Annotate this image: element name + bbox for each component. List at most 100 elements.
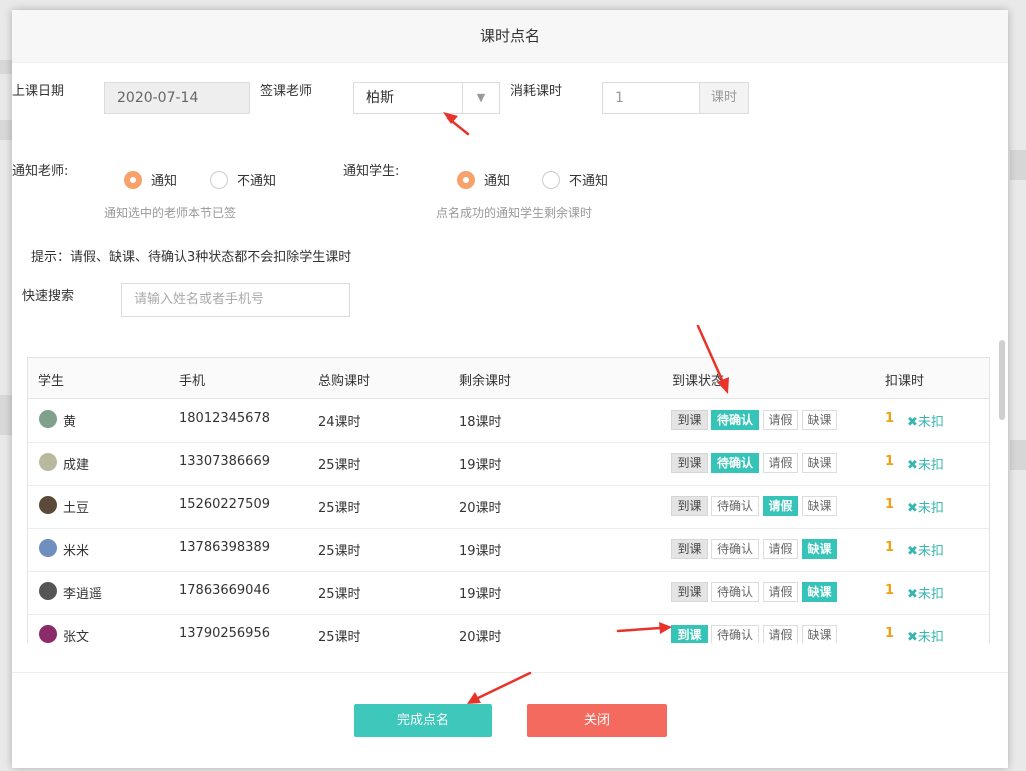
status-button-leave[interactable]: 请假 [763,625,798,643]
avatar [39,582,57,600]
header-total: 总购课时 [318,374,371,389]
status-button-leave[interactable]: 请假 [763,410,798,430]
total-hours: 25课时 [318,544,361,559]
status-button-leave[interactable]: 请假 [763,496,798,516]
notify-teacher-hint: 通知选中的老师本节已签 [104,206,237,220]
deduct-count: 1 [885,497,895,512]
teacher-label: 签课老师 [260,84,313,99]
table-header: 学生 手机 总购课时 剩余课时 到课状态 扣课时 [28,358,989,399]
status-button-pending[interactable]: 待确认 [711,453,759,473]
not-deducted-toggle[interactable]: ✖未扣 [907,540,944,559]
student-name: 成建 [63,458,90,473]
bg-strip [1010,440,1026,470]
status-button-present[interactable]: 到课 [671,410,708,430]
total-hours: 24课时 [318,415,361,430]
student-name: 张文 [63,630,90,643]
notify-student-on[interactable]: 通知 [457,170,510,189]
remaining-hours: 18课时 [459,415,502,430]
notify-teacher-off[interactable]: 不通知 [210,170,276,189]
radio-label: 不通知 [237,174,277,189]
status-button-present[interactable]: 到课 [671,453,708,473]
close-button[interactable]: 关闭 [527,704,667,737]
status-button-absent[interactable]: 缺课 [802,410,837,430]
radio-unchecked-icon [210,170,228,189]
notify-student-label: 通知学生: [343,164,400,179]
status-button-absent[interactable]: 缺课 [802,539,837,559]
table-row: 张文 13790256956 25课时 20课时 到课 待确认 请假 缺课 1 ✖未扣 [28,614,989,643]
student-phone: 13786398389 [179,540,270,555]
table-scrollbar[interactable] [999,340,1005,420]
status-button-absent[interactable]: 缺课 [802,496,837,516]
remaining-hours: 20课时 [459,501,502,516]
bg-strip [0,120,12,140]
deduct-count: 1 [885,626,895,641]
modal-title: 课时点名 [12,10,1008,63]
status-button-pending[interactable]: 待确认 [711,410,759,430]
search-input[interactable]: 请输入姓名或者手机号 [121,283,350,317]
avatar [39,410,57,428]
status-button-present[interactable]: 到课 [671,539,708,559]
finish-roll-call-button[interactable]: 完成点名 [354,704,492,737]
student-phone: 17863669046 [179,583,270,598]
status-button-leave[interactable]: 请假 [763,453,798,473]
avatar [39,539,57,557]
radio-unchecked-icon [542,170,560,189]
header-phone: 手机 [179,374,206,389]
status-button-absent[interactable]: 缺课 [802,453,837,473]
chevron-down-icon[interactable]: ▼ [462,83,499,113]
remaining-hours: 20课时 [459,630,502,643]
not-deducted-toggle[interactable]: ✖未扣 [907,497,944,516]
student-name: 李逍遥 [63,587,103,602]
teacher-select-value: 柏斯 [366,90,394,106]
radio-checked-icon [124,170,142,189]
avatar [39,453,57,471]
consume-input[interactable]: 1 课时 [602,82,749,114]
table-row: 成建 13307386669 25课时 19课时 到课 待确认 请假 缺课 1 ✖未扣 [28,442,989,486]
avatar [39,625,57,643]
student-phone: 13307386669 [179,454,270,469]
notify-teacher-on[interactable]: 通知 [124,170,177,189]
student-name: 土豆 [63,501,90,516]
not-deducted-toggle[interactable]: ✖未扣 [907,411,944,430]
remaining-hours: 19课时 [459,458,502,473]
status-button-pending[interactable]: 待确认 [711,582,759,602]
not-deducted-toggle[interactable]: ✖未扣 [907,454,944,473]
status-button-absent[interactable]: 缺课 [802,625,837,643]
bg-strip [0,60,12,74]
table-row: 土豆 15260227509 25课时 20课时 到课 待确认 请假 缺课 1 ✖未扣 [28,485,989,529]
notify-student-off[interactable]: 不通知 [542,170,608,189]
status-button-pending[interactable]: 待确认 [711,496,759,516]
radio-label: 不通知 [569,174,609,189]
deduct-count: 1 [885,454,895,469]
status-button-pending[interactable]: 待确认 [711,625,759,643]
notify-teacher-label: 通知老师: [12,164,69,179]
not-deducted-toggle[interactable]: ✖未扣 [907,583,944,602]
status-button-leave[interactable]: 请假 [763,582,798,602]
notify-student-hint: 点名成功的通知学生剩余课时 [436,206,593,220]
footer-divider [12,672,1008,673]
date-field[interactable]: 2020-07-14 [104,82,250,114]
roll-call-modal: 课时点名 上课日期 2020-07-14 签课老师 柏斯 ▼ 消耗课时 1 课时… [12,10,1008,768]
student-name: 黄 [63,415,77,430]
deduct-count: 1 [885,411,895,426]
student-table: 学生 手机 总购课时 剩余课时 到课状态 扣课时 黄 18012345678 24课… [27,357,990,643]
consume-label: 消耗课时 [510,84,563,99]
status-button-pending[interactable]: 待确认 [711,539,759,559]
deduct-count: 1 [885,540,895,555]
header-remaining: 剩余课时 [459,374,512,389]
teacher-select[interactable]: 柏斯 ▼ [353,82,500,114]
status-button-leave[interactable]: 请假 [763,539,798,559]
date-label: 上课日期 [12,84,65,99]
avatar [39,496,57,514]
status-button-present[interactable]: 到课 [671,496,708,516]
radio-label: 通知 [151,174,178,189]
total-hours: 25课时 [318,458,361,473]
header-status: 到课状态 [672,374,725,389]
status-button-present[interactable]: 到课 [671,582,708,602]
status-button-present[interactable]: 到课 [671,625,708,643]
student-phone: 15260227509 [179,497,270,512]
not-deducted-toggle[interactable]: ✖未扣 [907,626,944,643]
header-student: 学生 [38,374,65,389]
total-hours: 25课时 [318,630,361,643]
status-button-absent[interactable]: 缺课 [802,582,837,602]
